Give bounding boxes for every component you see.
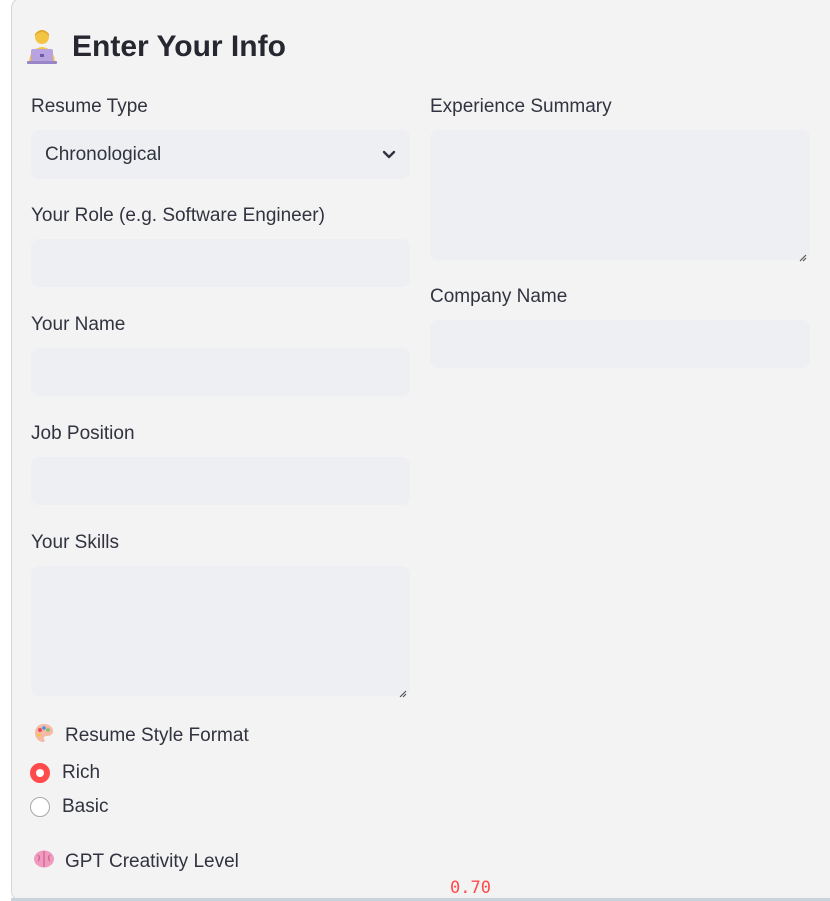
- radio-rich-selected[interactable]: [30, 763, 50, 783]
- radio-option-rich[interactable]: Rich: [30, 762, 100, 784]
- palette-icon: [33, 722, 55, 750]
- role-label: Your Role (e.g. Software Engineer): [31, 205, 325, 226]
- experience-label: Experience Summary: [430, 96, 612, 117]
- job-position-input[interactable]: [31, 457, 410, 505]
- role-input[interactable]: [31, 239, 410, 287]
- creativity-slider-value: 0.70: [450, 878, 491, 898]
- experience-textarea[interactable]: [430, 130, 810, 262]
- job-position-label: Job Position: [31, 423, 135, 444]
- resize-handle-icon[interactable]: [397, 683, 407, 698]
- creativity-label-text: GPT Creativity Level: [65, 851, 239, 872]
- resume-type-value: Chronological: [45, 143, 162, 165]
- radio-rich-label: Rich: [62, 762, 101, 783]
- radio-option-basic[interactable]: Basic: [30, 796, 108, 818]
- radio-basic-unselected[interactable]: [30, 797, 50, 817]
- style-format-label-text: Resume Style Format: [65, 725, 249, 746]
- creativity-label: GPT Creativity Level: [33, 849, 239, 875]
- company-label: Company Name: [430, 286, 568, 307]
- name-input[interactable]: [31, 348, 410, 396]
- radio-basic-label: Basic: [62, 796, 109, 817]
- brain-icon: [33, 849, 55, 875]
- resume-type-select[interactable]: Chronological: [31, 130, 410, 179]
- page-title-text: Enter Your Info: [72, 30, 286, 63]
- company-input[interactable]: [430, 320, 810, 368]
- skills-textarea[interactable]: [31, 566, 410, 698]
- chevron-down-icon: [382, 144, 396, 166]
- resize-handle-icon[interactable]: [797, 247, 807, 262]
- resume-type-label: Resume Type: [31, 96, 148, 117]
- page-title: Enter Your Info: [24, 28, 286, 66]
- person-laptop-icon: [24, 28, 60, 66]
- name-label: Your Name: [31, 314, 126, 335]
- style-format-label: Resume Style Format: [33, 722, 249, 750]
- skills-label: Your Skills: [31, 532, 120, 553]
